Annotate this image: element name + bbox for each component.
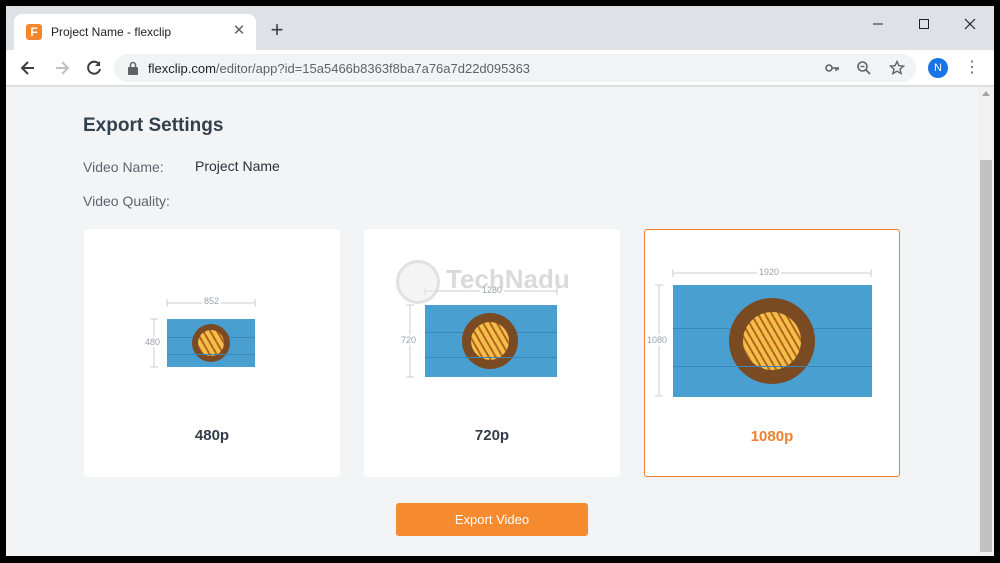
url-text[interactable]: flexclip.com/editor/app?id=15a5466b8363f… [148,61,530,76]
window-close-icon[interactable] [952,12,988,36]
url-host: flexclip.com [148,61,216,76]
page-title: Export Settings [83,115,224,136]
width-dimension: 852 [202,296,222,306]
lock-icon[interactable] [126,61,140,75]
quality-label: 480p [194,427,230,444]
width-dimension: 1920 [757,267,782,277]
tab-close-icon[interactable]: ✕ [230,22,248,40]
back-icon[interactable] [16,56,40,80]
preview-thumbnail [167,319,255,367]
maximize-icon[interactable] [906,12,942,36]
export-video-button[interactable]: Export Video [396,503,588,536]
tab-project[interactable]: F Project Name - flexclip ✕ [14,14,256,50]
page-scrollbar[interactable] [978,87,994,556]
height-dimension: 480 [145,337,161,347]
flexclip-favicon-icon: F [26,24,42,40]
browser-toolbar: flexclip.com/editor/app?id=15a5466b8363f… [6,50,994,86]
new-tab-plus-icon[interactable]: + [266,19,288,42]
watermark-text: TechNadu [446,264,570,294]
scroll-thumb[interactable] [980,160,992,552]
video-quality-label: Video Quality: [83,193,170,209]
quality-option-1080p[interactable]: 1920 1080 1080p [644,229,900,477]
video-name-label: Video Name: [83,159,164,175]
url-path: /editor/app?id=15a5466b8363f8ba7a76a7d22… [215,61,531,76]
page-content: Export Settings Video Name: Project Name… [6,87,994,556]
technadu-watermark-logo: TechNadu [394,258,584,308]
reload-icon[interactable] [82,56,106,80]
quality-option-480p[interactable]: 852 480 480p [84,229,340,477]
forward-icon[interactable] [50,56,74,80]
height-dimension: 720 [401,335,417,345]
preview-thumbnail [673,285,872,397]
tab-strip: F Project Name - flexclip ✕ + [6,6,994,50]
minimize-icon[interactable] [860,12,896,36]
address-bar[interactable]: flexclip.com/editor/app?id=15a5466b8363f… [114,54,916,82]
browser-window: F Project Name - flexclip ✕ + flexclip.c… [6,6,994,556]
key-icon[interactable] [824,60,840,76]
scroll-up-arrow-icon[interactable] [982,91,990,96]
tab-title: Project Name - flexclip [51,25,172,39]
profile-avatar[interactable]: N [928,58,948,78]
quality-label: 1080p [750,428,794,445]
quality-label: 720p [474,427,510,444]
watermark-circle-icon [396,260,440,304]
star-icon[interactable] [888,59,906,76]
height-dimension: 1080 [647,335,668,345]
preview-thumbnail [425,305,557,377]
zoom-icon[interactable] [856,60,872,76]
video-name-value: Project Name [195,158,280,174]
menu-icon[interactable]: ⋮ [964,58,980,78]
